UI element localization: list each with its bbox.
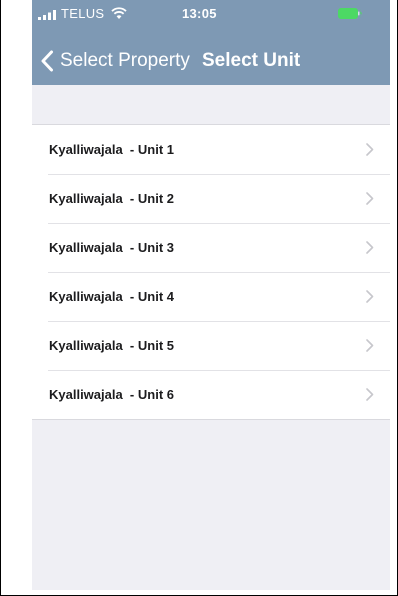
page-title: Select Unit — [202, 50, 301, 71]
list-item-label: Kyalliwajala - Unit 1 — [49, 142, 174, 157]
chevron-left-icon — [41, 50, 53, 72]
list-item-label: Kyalliwajala - Unit 6 — [49, 387, 174, 402]
navigation-bar: TELUS 13:05 Select Property Select Unit — [32, 0, 390, 85]
signal-bars-icon — [38, 10, 56, 20]
chevron-right-icon — [366, 290, 374, 303]
list-item-unit-6[interactable]: Kyalliwajala - Unit 6 — [32, 370, 390, 419]
list-item-unit-1[interactable]: Kyalliwajala - Unit 1 — [32, 125, 390, 174]
list-item-label: Kyalliwajala - Unit 2 — [49, 191, 174, 206]
list-item-label: Kyalliwajala - Unit 5 — [49, 338, 174, 353]
status-time: 13:05 — [182, 6, 217, 21]
list-item-unit-4[interactable]: Kyalliwajala - Unit 4 — [32, 272, 390, 321]
chevron-right-icon — [366, 339, 374, 352]
phone-screen: TELUS 13:05 Select Property Select Unit … — [32, 0, 390, 590]
list-item-unit-2[interactable]: Kyalliwajala - Unit 2 — [32, 174, 390, 223]
list-item-unit-5[interactable]: Kyalliwajala - Unit 5 — [32, 321, 390, 370]
chevron-right-icon — [366, 143, 374, 156]
back-button[interactable]: Select Property — [40, 44, 190, 78]
chevron-right-icon — [366, 388, 374, 401]
carrier-name: TELUS — [61, 6, 105, 21]
chevron-right-icon — [366, 241, 374, 254]
page-frame: TELUS 13:05 Select Property Select Unit … — [0, 0, 398, 596]
list-item-label: Kyalliwajala - Unit 4 — [49, 289, 174, 304]
battery-charging-icon — [338, 8, 362, 19]
back-button-label: Select Property — [60, 50, 190, 71]
wifi-icon — [111, 7, 127, 19]
status-bar: TELUS 13:05 — [32, 0, 390, 28]
list-item-unit-3[interactable]: Kyalliwajala - Unit 3 — [32, 223, 390, 272]
unit-list: Kyalliwajala - Unit 1 Kyalliwajala - Uni… — [32, 124, 390, 420]
list-item-label: Kyalliwajala - Unit 3 — [49, 240, 174, 255]
chevron-right-icon — [366, 192, 374, 205]
navigation-row: Select Property Select Unit — [32, 44, 390, 78]
